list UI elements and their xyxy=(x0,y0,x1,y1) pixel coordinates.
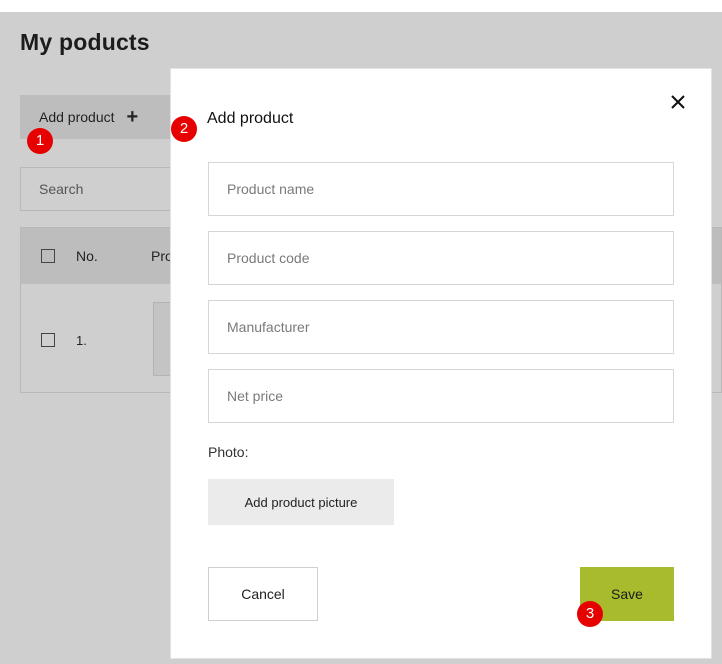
select-all-checkbox[interactable] xyxy=(41,249,55,263)
close-icon[interactable] xyxy=(667,91,689,113)
manufacturer-field xyxy=(208,300,674,354)
add-product-button-label: Add product xyxy=(39,109,115,125)
product-code-input[interactable] xyxy=(209,232,673,284)
column-header-no: No. xyxy=(76,248,98,264)
step-marker-1: 1 xyxy=(27,128,53,154)
page-title: My poducts xyxy=(20,29,150,55)
row-number: 1. xyxy=(76,333,87,348)
manufacturer-input[interactable] xyxy=(209,301,673,353)
modal-title: Add product xyxy=(207,110,294,127)
cancel-button[interactable]: Cancel xyxy=(208,567,318,621)
column-header-product: Pro xyxy=(151,248,173,264)
product-name-input[interactable] xyxy=(209,163,673,215)
photo-label: Photo: xyxy=(208,444,249,460)
net-price-input[interactable] xyxy=(209,370,673,422)
row-checkbox[interactable] xyxy=(41,333,55,347)
product-name-field xyxy=(208,162,674,216)
search-placeholder: Search xyxy=(39,181,84,197)
plus-icon: + xyxy=(126,106,139,128)
step-marker-2: 2 xyxy=(171,116,197,142)
step-marker-3: 3 xyxy=(577,601,603,627)
add-product-modal: Add product Photo: Add product picture C… xyxy=(171,69,711,658)
net-price-field xyxy=(208,369,674,423)
product-code-field xyxy=(208,231,674,285)
add-product-picture-button[interactable]: Add product picture xyxy=(208,479,394,525)
